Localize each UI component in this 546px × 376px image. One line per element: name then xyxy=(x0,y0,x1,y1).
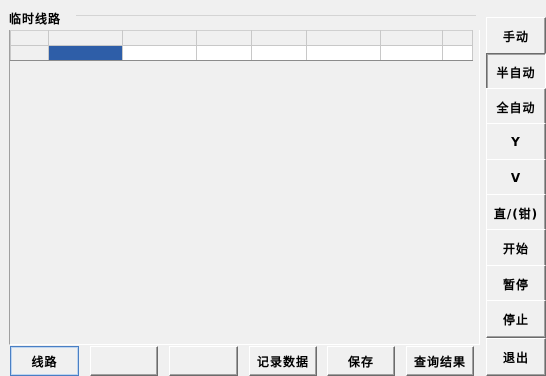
direct-clamp-button[interactable]: 直/(钳) xyxy=(486,194,546,232)
save-button[interactable]: 保存 xyxy=(327,346,395,376)
panel-title: 临时线路 xyxy=(9,12,62,26)
grid-cell[interactable] xyxy=(380,45,443,61)
row-header-cell[interactable] xyxy=(10,45,49,61)
grid-header-cell xyxy=(306,30,381,46)
manual-mode-button[interactable]: 手动 xyxy=(486,17,546,55)
title-divider xyxy=(76,15,476,16)
semi-auto-mode-button[interactable]: 半自动 xyxy=(486,53,546,91)
start-button[interactable]: 开始 xyxy=(486,229,546,267)
blank-button-1[interactable] xyxy=(90,346,158,376)
line-button[interactable]: 线路 xyxy=(10,346,79,376)
grid-header-cell xyxy=(380,30,443,46)
v-connection-button[interactable]: V xyxy=(486,159,546,197)
grid-header-cell xyxy=(10,30,49,46)
grid-header-cell xyxy=(196,30,252,46)
grid-header-cell xyxy=(442,30,473,46)
selected-cell[interactable] xyxy=(48,45,123,61)
pause-button[interactable]: 暂停 xyxy=(486,265,546,303)
grid-cell[interactable] xyxy=(196,45,252,61)
y-connection-button[interactable]: Y xyxy=(486,123,546,161)
grid-header-row xyxy=(10,30,473,46)
grid-cell[interactable] xyxy=(251,45,307,61)
data-table-area[interactable] xyxy=(9,30,480,345)
grid-cell[interactable] xyxy=(306,45,381,61)
grid-header-cell xyxy=(48,30,123,46)
query-results-button[interactable]: 查询结果 xyxy=(406,346,474,376)
full-auto-mode-button[interactable]: 全自动 xyxy=(486,88,546,126)
data-grid[interactable] xyxy=(10,30,473,61)
stop-button[interactable]: 停止 xyxy=(486,300,546,338)
grid-cell[interactable] xyxy=(442,45,473,61)
blank-button-2[interactable] xyxy=(169,346,238,376)
grid-header-cell xyxy=(251,30,307,46)
table-row[interactable] xyxy=(10,45,473,61)
record-data-button[interactable]: 记录数据 xyxy=(249,346,317,376)
grid-header-cell xyxy=(122,30,197,46)
grid-cell[interactable] xyxy=(122,45,197,61)
exit-button[interactable]: 退出 xyxy=(486,338,546,376)
